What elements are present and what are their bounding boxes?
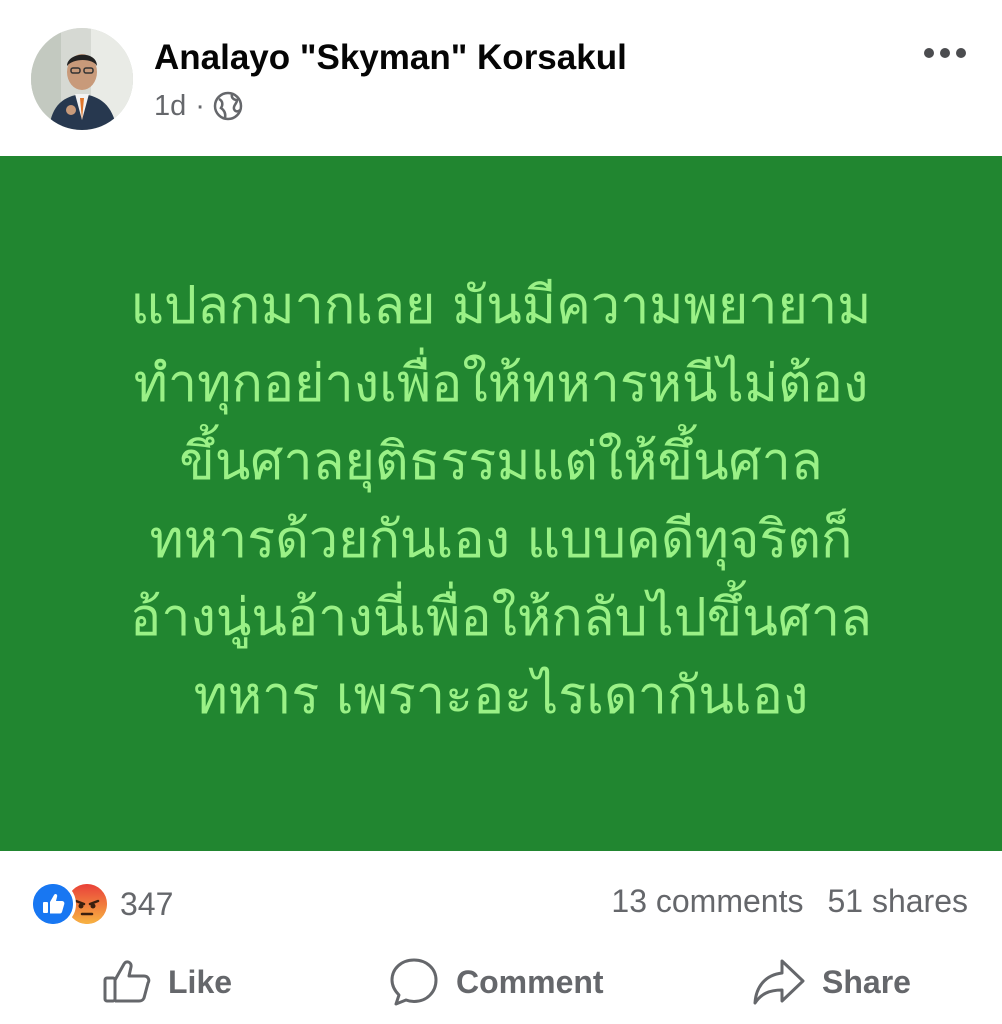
shares-count[interactable]: 51 shares xyxy=(827,883,968,920)
meta-separator: · xyxy=(195,89,205,122)
share-icon xyxy=(753,959,805,1005)
like-label: Like xyxy=(168,963,233,1000)
share-button[interactable]: Share xyxy=(752,952,911,1012)
thumbs-up-icon xyxy=(103,960,151,1003)
comment-label: Comment xyxy=(456,963,604,1000)
engagement-counts: 13 comments 51 shares xyxy=(611,883,968,920)
avatar-photo xyxy=(31,28,133,130)
reaction-count: 347 xyxy=(120,885,174,922)
post-header: Analayo "Skyman" Korsakul 1d · xyxy=(0,0,1002,156)
post-text: แปลกมากเลย มันมีความพยายาม ทำทุกอย่างเพื… xyxy=(130,275,872,726)
author-avatar[interactable] xyxy=(31,28,133,130)
like-reaction-icon xyxy=(30,881,76,927)
comments-count[interactable]: 13 comments xyxy=(611,883,803,920)
comment-icon xyxy=(390,958,438,1006)
post-meta: 1d · xyxy=(154,88,243,124)
post-actions: Like Comment Share xyxy=(0,952,1002,1012)
reactions-summary[interactable]: 347 xyxy=(30,881,173,927)
post-content: แปลกมากเลย มันมีความพยายาม ทำทุกอย่างเพื… xyxy=(0,156,1002,851)
globe-icon[interactable] xyxy=(213,91,243,121)
post-time[interactable]: 1d xyxy=(154,90,186,123)
share-label: Share xyxy=(822,963,911,1000)
more-horizontal-icon[interactable] xyxy=(920,40,970,66)
like-button[interactable]: Like xyxy=(102,952,232,1012)
comment-button[interactable]: Comment xyxy=(388,952,604,1012)
post-stats: 347 13 comments 51 shares xyxy=(0,851,1002,951)
author-name[interactable]: Analayo "Skyman" Korsakul xyxy=(154,38,627,78)
